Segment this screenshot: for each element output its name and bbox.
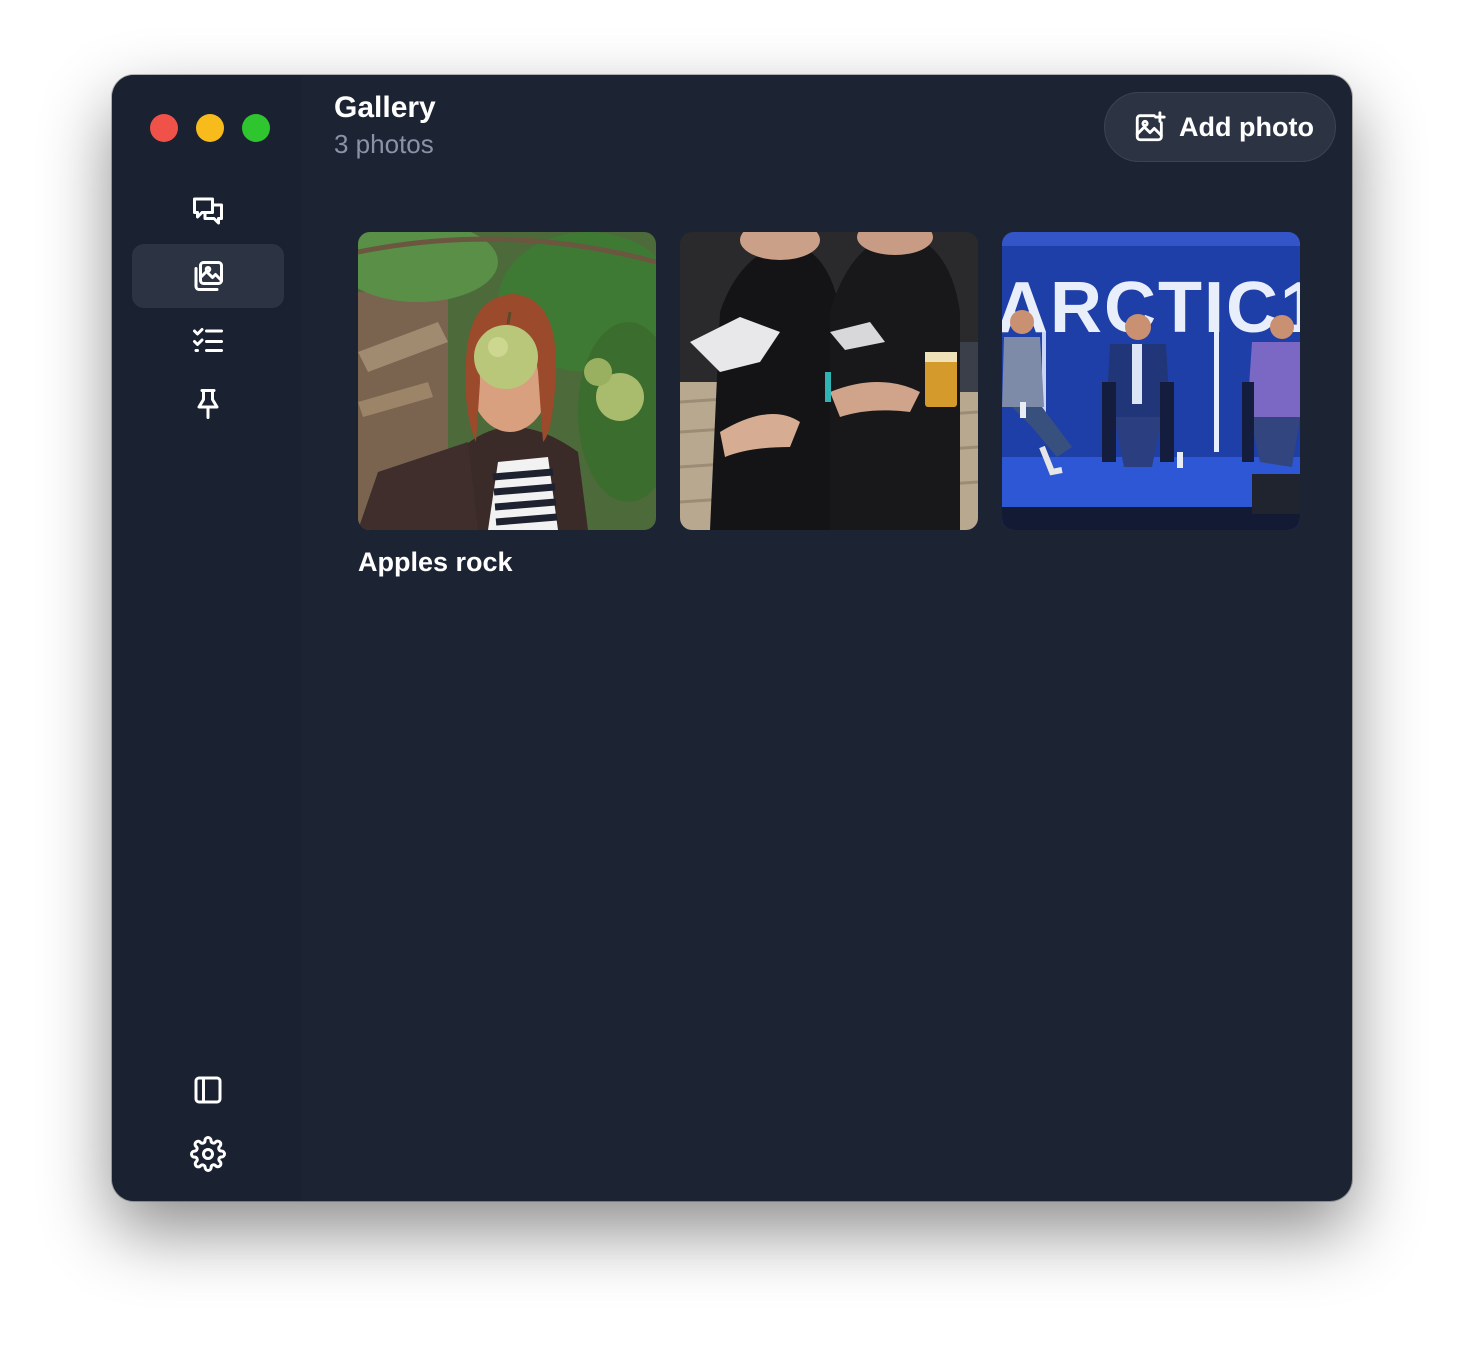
page-title: Gallery xyxy=(334,91,436,124)
pin-icon xyxy=(197,389,219,419)
sidebar-toggle-icon xyxy=(194,1076,222,1104)
image-plus-icon xyxy=(1135,111,1166,142)
gear-icon xyxy=(190,1136,226,1172)
checklist-icon xyxy=(193,328,223,352)
banner-text: ARCTIC15 xyxy=(1002,268,1300,348)
photo-count: 3 photos xyxy=(334,129,434,159)
settings-button[interactable] xyxy=(132,1122,284,1186)
photo-thumbnail[interactable] xyxy=(358,232,656,530)
sidebar-item-pinned[interactable] xyxy=(132,372,284,436)
close-window-button[interactable] xyxy=(150,114,178,142)
photo-image: ARCTIC15 xyxy=(1002,232,1300,530)
sidebar-item-chats[interactable] xyxy=(132,179,284,243)
minimize-window-button[interactable] xyxy=(196,114,224,142)
app-window: Gallery 3 photos Add photo ARCTIC Apples… xyxy=(112,75,1352,1201)
sidebar-item-tasks[interactable] xyxy=(132,308,284,372)
sidebar xyxy=(112,75,302,1201)
maximize-window-button[interactable] xyxy=(242,114,270,142)
gallery-icon xyxy=(194,261,223,291)
sidebar-toggle-button[interactable] xyxy=(132,1058,284,1122)
add-photo-label: Add photo xyxy=(1179,111,1314,142)
add-photo-button[interactable]: Add photo xyxy=(1104,92,1336,162)
sidebar-item-gallery[interactable] xyxy=(132,244,284,308)
messages-icon xyxy=(193,197,223,225)
photo-caption: Apples rock xyxy=(358,547,513,577)
photo-image xyxy=(358,232,656,530)
photo-thumbnail[interactable]: ARCTIC15 xyxy=(1002,232,1300,530)
photo-thumbnail[interactable] xyxy=(680,232,978,530)
photo-image xyxy=(680,232,978,530)
